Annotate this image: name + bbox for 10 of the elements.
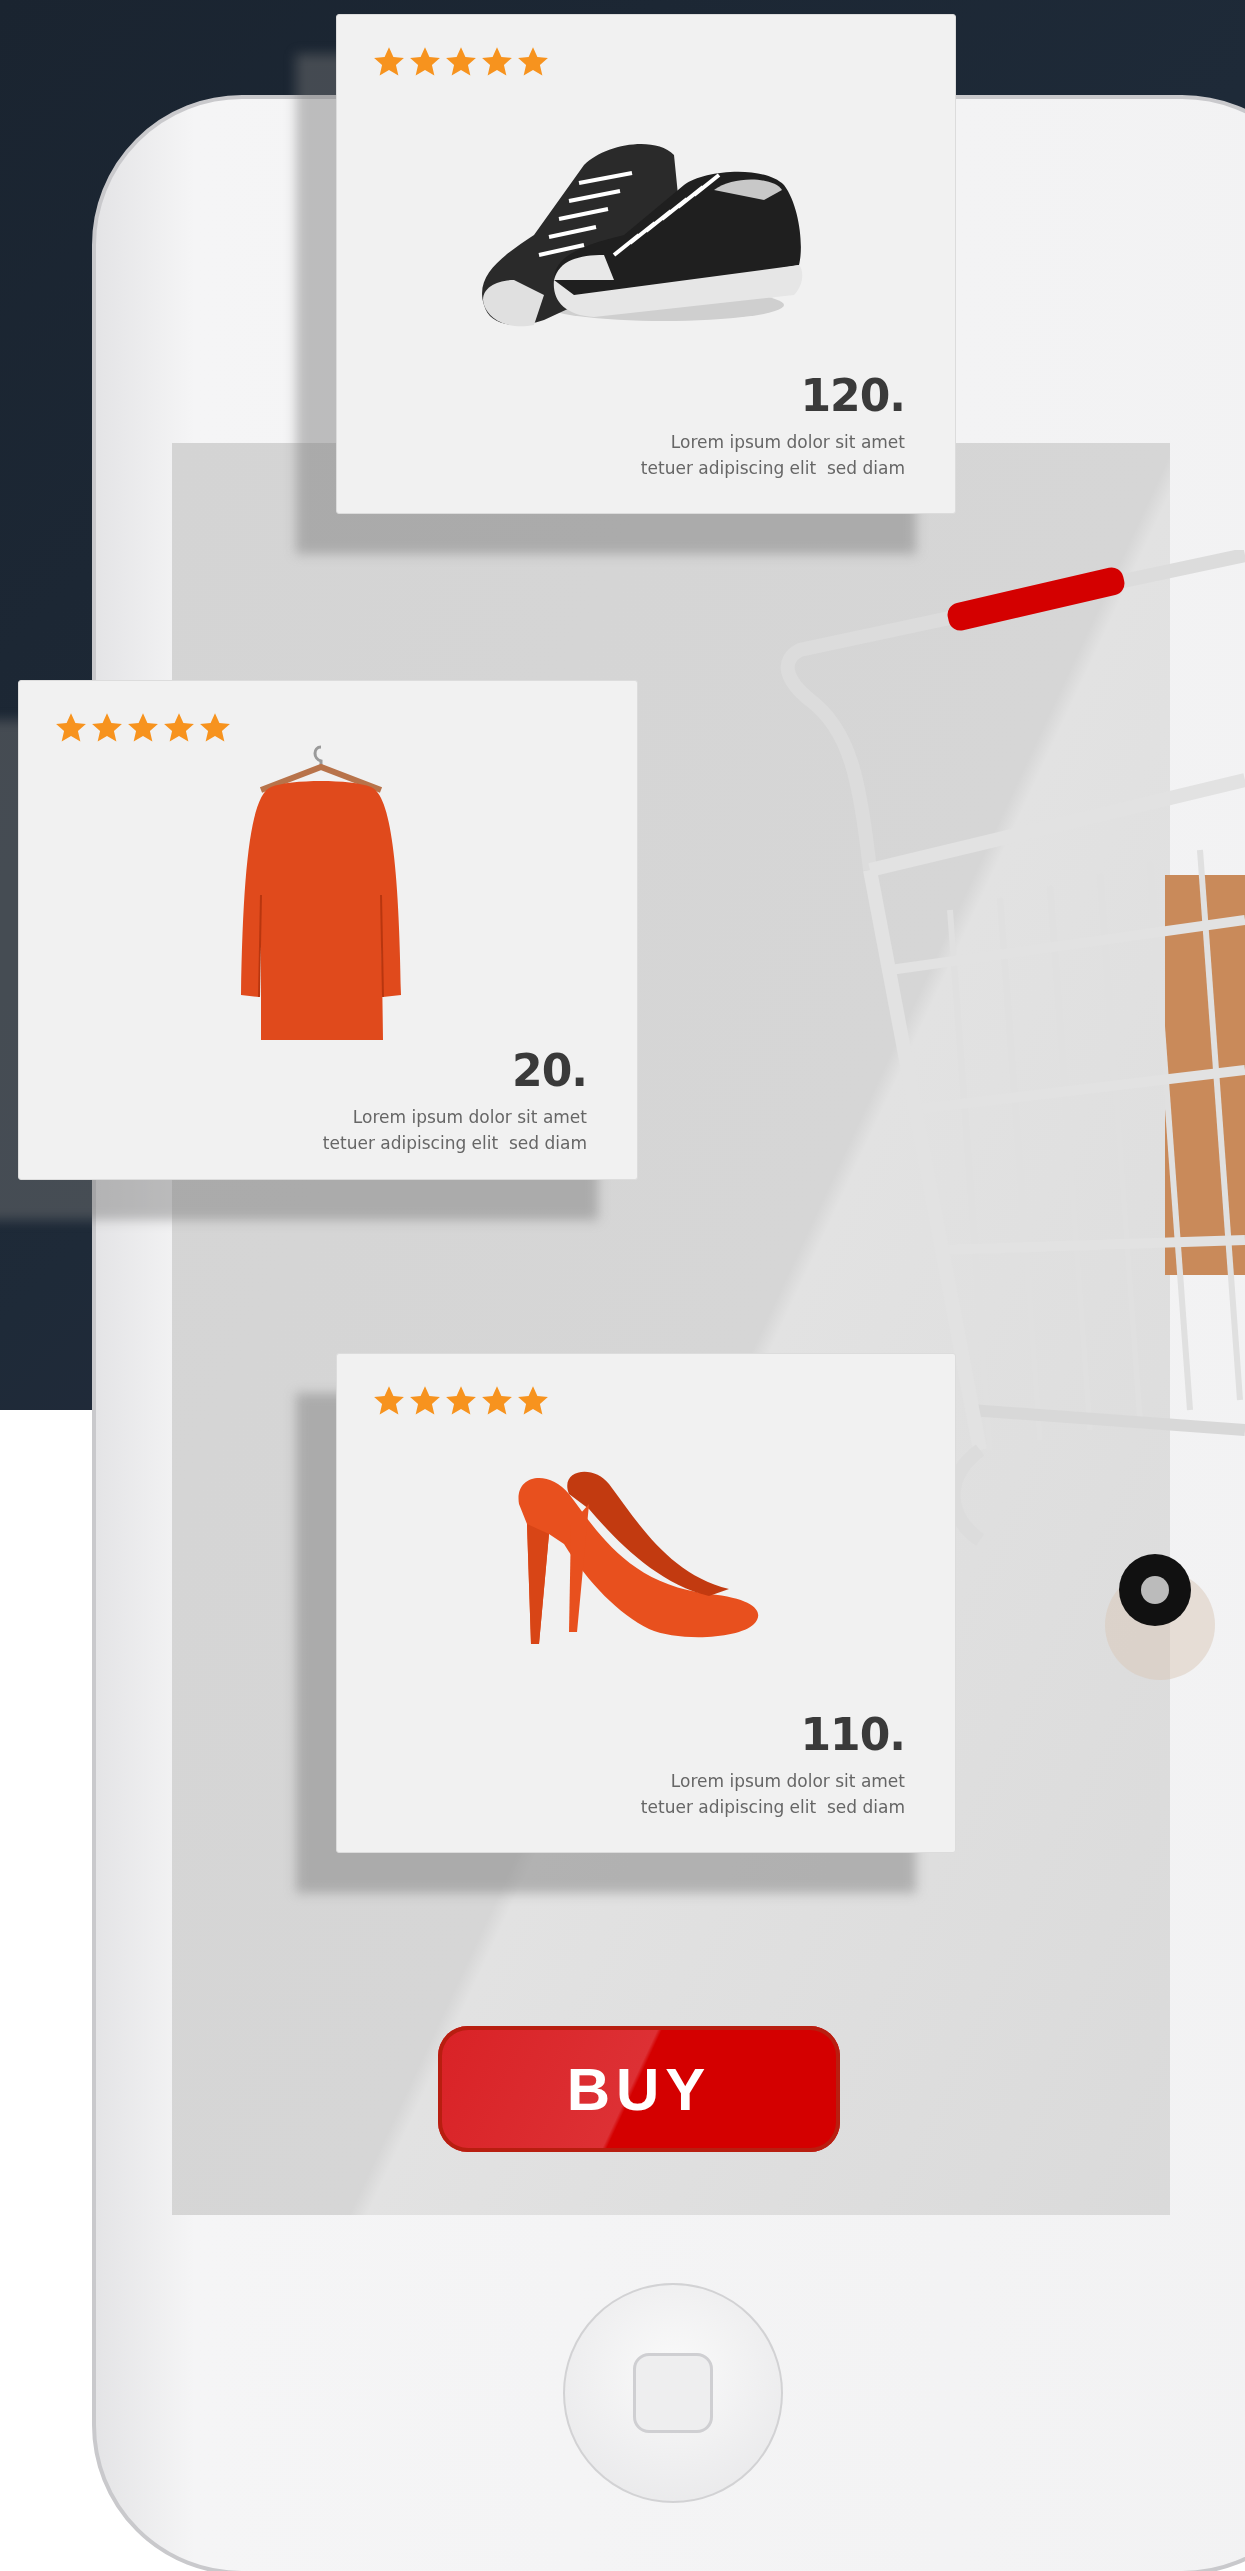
product-card[interactable]: 20. Lorem ipsum dolor sit amet tetuer adipiscing elit sed diam xyxy=(18,680,638,1180)
price: 20. xyxy=(512,1045,587,1096)
product-description: Lorem ipsum dolor sit amet tetuer adipiscing elit sed diam xyxy=(640,1770,905,1819)
product-description: Lorem ipsum dolor sit amet tetuer adipiscing elit sed diam xyxy=(640,431,905,480)
price: 110. xyxy=(800,1709,905,1760)
price: 120. xyxy=(800,370,905,421)
product-card[interactable]: 120. Lorem ipsum dolor sit amet tetuer adipiscing elit sed diam xyxy=(336,14,956,514)
buy-button[interactable]: BUY xyxy=(438,2026,840,2152)
product-description: Lorem ipsum dolor sit amet tetuer adipiscing elit sed diam xyxy=(322,1106,587,1155)
product-card[interactable]: 110. Lorem ipsum dolor sit amet tetuer adipiscing elit sed diam xyxy=(336,1353,956,1853)
